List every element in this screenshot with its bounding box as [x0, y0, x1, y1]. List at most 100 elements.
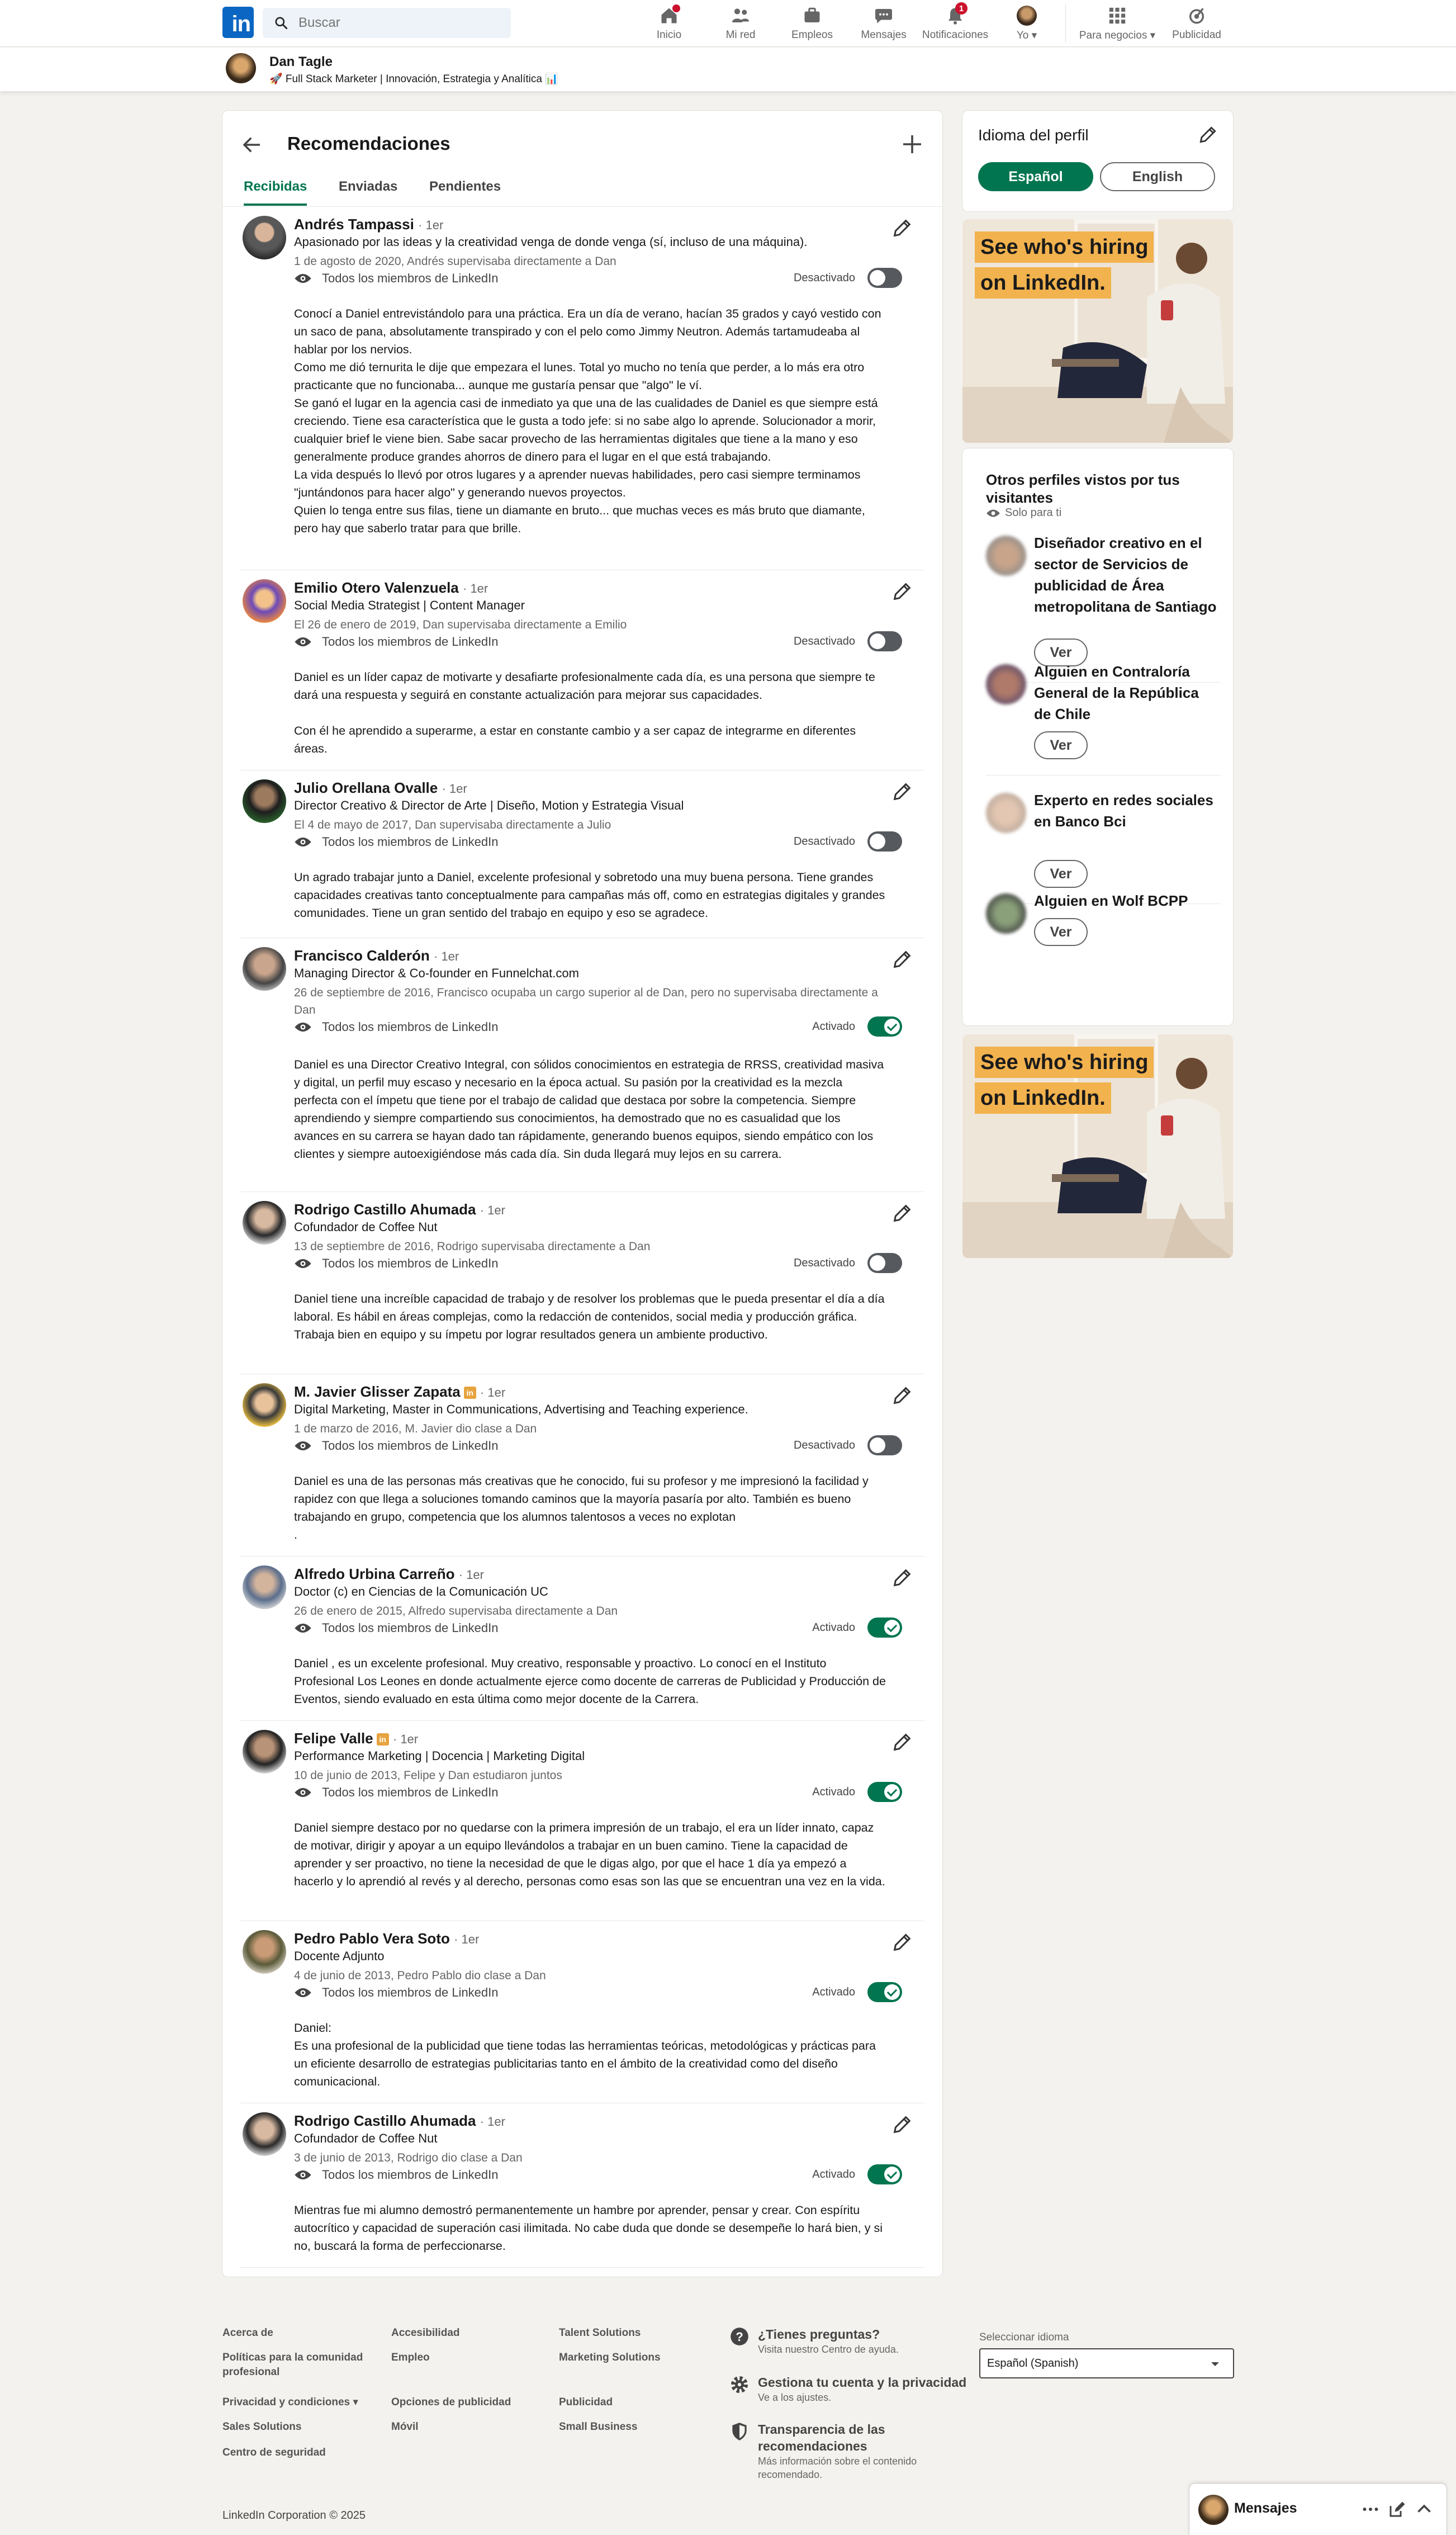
edit-pencil-icon[interactable] [891, 2113, 913, 2136]
recommendation-text: Daniel , es un excelente profesional. Mu… [294, 1657, 886, 1706]
visibility-toggle[interactable] [867, 1435, 902, 1455]
recommender-avatar[interactable] [243, 1730, 286, 1773]
compose-icon[interactable] [1387, 2499, 1407, 2519]
edit-pencil-icon[interactable] [891, 1384, 913, 1407]
recommender-name[interactable]: Francisco Calderón · 1er [294, 947, 459, 964]
footer-link[interactable]: Políticas para la comunidad profesional [222, 2350, 373, 2380]
footer-link[interactable]: Móvil [391, 2420, 419, 2434]
avatar[interactable] [986, 664, 1026, 704]
visibility-toggle[interactable] [867, 1016, 902, 1037]
nav-messaging-label: Mensajes [861, 29, 907, 41]
footer-link[interactable]: Talent Solutions [559, 2326, 641, 2340]
footer-link[interactable]: Acerca de [222, 2326, 273, 2340]
recommender-name[interactable]: Pedro Pablo Vera Soto · 1er [294, 1930, 479, 1947]
back-arrow-icon[interactable] [240, 133, 264, 157]
suggested-profile-title[interactable]: Experto en redes sociales en Banco Bci [1034, 789, 1218, 832]
avatar[interactable] [986, 793, 1026, 833]
recommender-avatar[interactable] [243, 1383, 286, 1427]
visibility-toggle[interactable] [867, 1618, 902, 1638]
hiring-ad[interactable]: See who's hiring on LinkedIn. [962, 219, 1233, 443]
recommender-avatar[interactable] [243, 1201, 286, 1245]
recommender-name[interactable]: Emilio Otero Valenzuela · 1er [294, 579, 488, 597]
tab-pending[interactable]: Pendientes [429, 174, 501, 206]
visibility-toggle[interactable] [867, 2164, 902, 2184]
edit-pencil-icon[interactable] [891, 948, 913, 971]
recommender-name[interactable]: Rodrigo Castillo Ahumada · 1er [294, 2112, 505, 2130]
recommender-avatar[interactable] [243, 1930, 286, 1974]
recommender-avatar[interactable] [243, 2112, 286, 2156]
footer-link[interactable]: Privacidad y condiciones ▾ [222, 2395, 358, 2410]
chevron-up-icon[interactable] [1414, 2499, 1434, 2519]
recommender-name[interactable]: Alfredo Urbina Carreño · 1er [294, 1566, 484, 1583]
visibility-toggle[interactable] [867, 1982, 902, 2002]
edit-pencil-icon[interactable] [891, 1931, 913, 1954]
search-input[interactable] [298, 15, 500, 31]
footer-link[interactable]: Empleo [391, 2350, 430, 2365]
profile-name[interactable]: Dan Tagle [269, 54, 333, 70]
visibility-toggle[interactable] [867, 631, 902, 651]
recommender-avatar[interactable] [243, 216, 286, 259]
more-icon[interactable] [1360, 2499, 1381, 2519]
nav-home[interactable]: Inicio [633, 4, 705, 44]
recommender-name[interactable]: M. Javier Glisser Zapata in · 1er [294, 1383, 505, 1401]
suggested-profile-title[interactable]: Alguien en Contraloría General de la Rep… [1034, 661, 1218, 725]
footer-help-account[interactable]: Gestiona tu cuenta y la privacidad Ve a l… [729, 2374, 966, 2404]
edit-pencil-icon[interactable] [891, 1567, 913, 1589]
footer-link[interactable]: Marketing Solutions [559, 2350, 661, 2365]
nav-me[interactable]: Yo ▾ [990, 4, 1063, 44]
footer-link[interactable]: Opciones de publicidad [391, 2395, 511, 2410]
footer-link[interactable]: Sales Solutions [222, 2420, 301, 2434]
linkedin-logo[interactable]: in [222, 7, 254, 38]
nav-messaging[interactable]: Mensajes [847, 4, 920, 44]
recommender-name[interactable]: Rodrigo Castillo Ahumada · 1er [294, 1201, 505, 1218]
view-profile-button[interactable]: Ver [1034, 918, 1088, 946]
edit-pencil-icon[interactable] [891, 1202, 913, 1224]
recommender-name[interactable]: Andrés Tampassi · 1er [294, 216, 443, 233]
visibility-toggle[interactable] [867, 1782, 902, 1802]
nav-network[interactable]: Mi red [704, 4, 777, 44]
nav-jobs[interactable]: Empleos [776, 4, 848, 44]
nav-business[interactable]: Para negocios ▾ [1079, 4, 1155, 44]
visibility-toggle[interactable] [867, 831, 902, 852]
footer-help-questions[interactable]: ? ¿Tienes preguntas? Visita nuestro Centr… [729, 2326, 899, 2356]
avatar[interactable] [986, 893, 1026, 934]
hiring-ad-2[interactable]: See who's hiring on LinkedIn. [962, 1034, 1233, 1258]
nav-advertise[interactable]: Publicidad [1160, 4, 1233, 44]
others-viewed-card: Otros perfiles vistos por tus visitantes… [962, 448, 1233, 1025]
view-profile-button[interactable]: Ver [1034, 731, 1088, 759]
edit-pencil-icon[interactable] [891, 1731, 913, 1753]
edit-pencil-icon[interactable] [891, 580, 913, 603]
recommender-name[interactable]: Julio Orellana Ovalle · 1er [294, 779, 467, 797]
nav-notifications[interactable]: 1 Notificaciones [919, 2, 992, 44]
recommender-avatar[interactable] [243, 1566, 286, 1609]
recommender-avatar[interactable] [243, 779, 286, 823]
footer-link[interactable]: Small Business [559, 2420, 637, 2434]
avatar[interactable] [986, 536, 1026, 576]
recommender-avatar[interactable] [243, 947, 286, 991]
recommender-avatar[interactable] [243, 579, 286, 623]
messaging-overlay[interactable]: Mensajes [1189, 2484, 1446, 2535]
footer-help-transparency[interactable]: Transparencia de las recomendaciones Más … [729, 2421, 952, 2481]
footer-link[interactable]: Centro de seguridad [222, 2446, 326, 2460]
profile-avatar[interactable] [226, 53, 256, 83]
view-profile-button[interactable]: Ver [1034, 860, 1088, 888]
search-box[interactable] [263, 8, 511, 38]
suggested-profile-title[interactable]: Alguien en Wolf BCPP [1034, 890, 1218, 911]
footer-link[interactable]: Accesibilidad [391, 2326, 460, 2340]
footer-link[interactable]: Publicidad [559, 2395, 613, 2410]
edit-pencil-icon[interactable] [891, 217, 913, 239]
add-icon[interactable] [899, 131, 926, 158]
edit-pencil-icon[interactable] [891, 781, 913, 803]
tab-sent[interactable]: Enviadas [339, 174, 397, 206]
nav-business-label: Para negocios [1079, 30, 1147, 41]
language-select[interactable]: Español (Spanish) [979, 2348, 1234, 2378]
tab-received[interactable]: Recibidas [244, 174, 307, 206]
suggested-profile-title[interactable]: Diseñador creativo en el sector de Servi… [1034, 532, 1218, 617]
edit-pencil-icon[interactable] [1197, 124, 1218, 145]
others-title: Otros perfiles vistos por tus visitantes [986, 471, 1180, 506]
language-option-spanish[interactable]: Español [978, 162, 1093, 191]
visibility-toggle[interactable] [867, 268, 902, 288]
recommender-name[interactable]: Felipe Valle in · 1er [294, 1730, 418, 1747]
language-option-english[interactable]: English [1100, 162, 1215, 191]
visibility-toggle[interactable] [867, 1253, 902, 1273]
